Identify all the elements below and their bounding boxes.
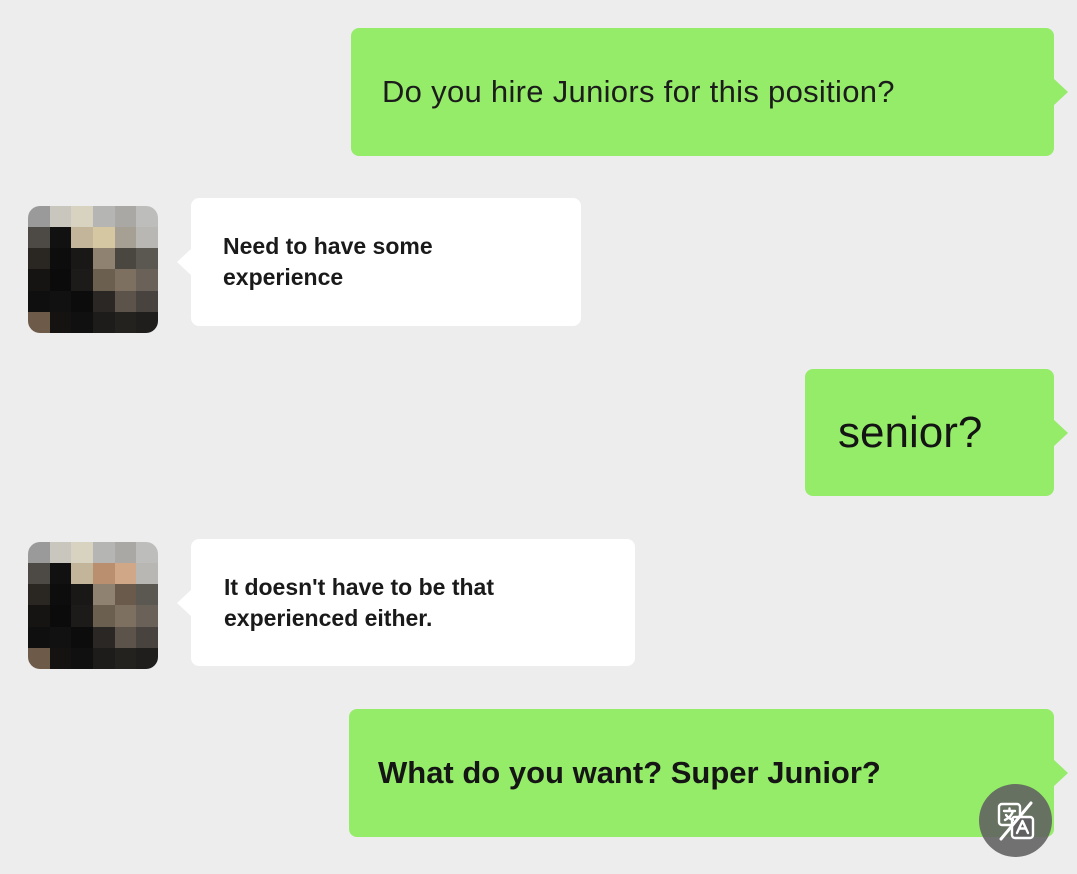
message-text: What do you want? Super Junior? bbox=[378, 755, 881, 790]
received-message-bubble[interactable]: Need to have some experience bbox=[177, 198, 581, 326]
sent-message-bubble[interactable]: Do you hire Juniors for this position? bbox=[351, 28, 1068, 156]
message-text: senior? bbox=[838, 407, 983, 457]
contact-avatar[interactable] bbox=[28, 542, 158, 669]
received-message-bubble[interactable]: It doesn't have to be that experienced e… bbox=[177, 539, 635, 666]
message-text: It doesn't have to be that experienced e… bbox=[224, 573, 494, 631]
translate-button[interactable] bbox=[979, 784, 1052, 857]
message-text: Need to have some experience bbox=[223, 233, 433, 290]
sent-message-bubble[interactable]: What do you want? Super Junior? bbox=[349, 709, 1068, 837]
message-text: Do you hire Juniors for this position? bbox=[382, 74, 895, 109]
sent-message-bubble[interactable]: senior? bbox=[805, 369, 1068, 496]
contact-avatar[interactable] bbox=[28, 206, 158, 333]
translate-icon bbox=[997, 801, 1034, 840]
